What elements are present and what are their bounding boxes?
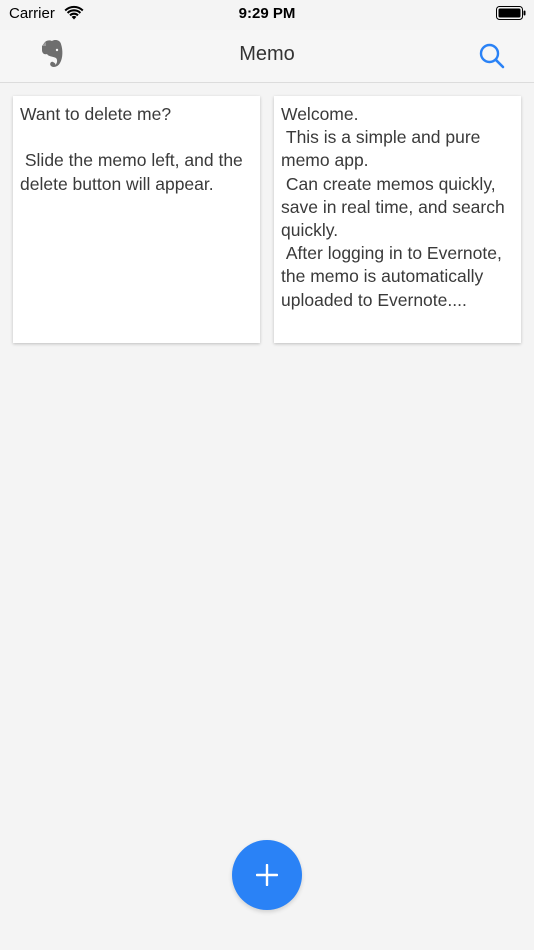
memo-card[interactable]: Welcome. This is a simple and pure memo … <box>274 96 521 343</box>
memo-text: Want to delete me? Slide the memo left, … <box>20 104 243 194</box>
battery-icon <box>496 6 526 20</box>
search-icon[interactable] <box>478 42 506 70</box>
memo-grid: Want to delete me? Slide the memo left, … <box>13 96 521 344</box>
page-title: Memo <box>239 43 295 65</box>
plus-icon <box>256 864 278 886</box>
status-bar: Carrier 9:29 PM <box>0 0 534 30</box>
status-time: 9:29 PM <box>238 5 296 22</box>
add-memo-button[interactable] <box>232 840 302 910</box>
memo-card[interactable]: Want to delete me? Slide the memo left, … <box>13 96 260 343</box>
navigation-bar: Memo <box>0 30 534 83</box>
memo-text: Welcome. This is a simple and pure memo … <box>281 104 505 310</box>
